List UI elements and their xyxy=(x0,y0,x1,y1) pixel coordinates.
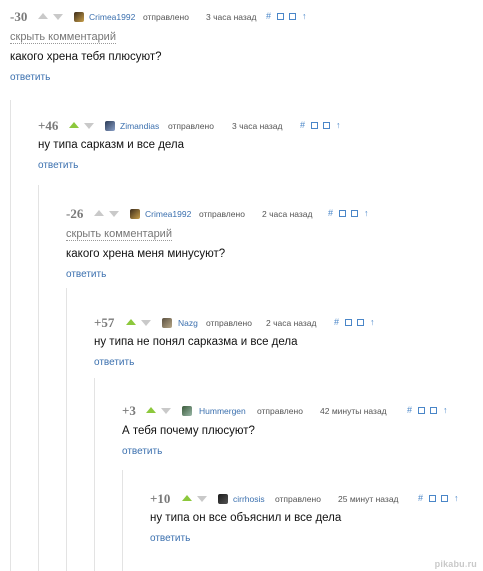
downvote-arrow-icon[interactable] xyxy=(84,123,94,129)
hide-comment-link[interactable]: скрыть комментарий xyxy=(10,31,116,44)
timestamp: 2 часа назад xyxy=(266,318,317,328)
avatar[interactable] xyxy=(182,406,192,416)
avatar[interactable] xyxy=(162,318,172,328)
downvote-arrow-icon[interactable] xyxy=(141,320,151,326)
vote-score: +57 xyxy=(94,315,115,330)
parent-arrow-icon[interactable]: ↑ xyxy=(454,493,459,503)
upvote-arrow-icon[interactable] xyxy=(38,13,48,19)
username-link[interactable]: Hummergen xyxy=(199,406,246,416)
upvote-arrow-icon[interactable] xyxy=(182,495,192,501)
save-icon[interactable] xyxy=(441,495,448,502)
reply-link[interactable]: ответить xyxy=(94,357,134,368)
thread-line-1 xyxy=(10,100,11,571)
upvote-arrow-icon[interactable] xyxy=(126,319,136,325)
comment-text: какого хрена тебя плюсуют? xyxy=(10,51,162,63)
collapse-icon[interactable] xyxy=(277,13,284,20)
thread-line-5 xyxy=(122,470,123,571)
posted-label: отправлено xyxy=(275,494,321,504)
timestamp: 25 минут назад xyxy=(338,494,399,504)
vote-score: +46 xyxy=(38,118,59,133)
posted-label: отправлено xyxy=(199,209,245,219)
vote-score: +3 xyxy=(122,403,136,418)
permalink-hash-icon[interactable]: # xyxy=(328,208,333,218)
comment-text: ну типа сарказм и все дела xyxy=(38,139,185,151)
upvote-arrow-icon[interactable] xyxy=(94,210,104,216)
comment-text: А тебя почему плюсуют? xyxy=(122,425,255,437)
collapse-icon[interactable] xyxy=(345,319,352,326)
vote-score: +10 xyxy=(150,491,171,506)
downvote-arrow-icon[interactable] xyxy=(53,14,63,20)
permalink-hash-icon[interactable]: # xyxy=(334,317,339,327)
thread-line-2 xyxy=(38,185,39,571)
reply-link[interactable]: ответить xyxy=(66,269,106,280)
timestamp: 3 часа назад xyxy=(232,121,283,131)
parent-arrow-icon[interactable]: ↑ xyxy=(302,11,307,21)
avatar[interactable] xyxy=(105,121,115,131)
avatar[interactable] xyxy=(130,209,140,219)
username-link[interactable]: Zimandias xyxy=(120,121,159,131)
parent-arrow-icon[interactable]: ↑ xyxy=(370,317,375,327)
save-icon[interactable] xyxy=(289,13,296,20)
upvote-arrow-icon[interactable] xyxy=(69,122,79,128)
reply-link[interactable]: ответить xyxy=(122,446,162,457)
reply-link[interactable]: ответить xyxy=(38,160,78,171)
save-icon[interactable] xyxy=(323,122,330,129)
posted-label: отправлено xyxy=(257,406,303,416)
permalink-hash-icon[interactable]: # xyxy=(266,11,271,21)
save-icon[interactable] xyxy=(430,407,437,414)
pikabu-watermark: pikabu.ru xyxy=(435,559,477,569)
timestamp: 42 минуты назад xyxy=(320,406,387,416)
permalink-hash-icon[interactable]: # xyxy=(418,493,423,503)
posted-label: отправлено xyxy=(168,121,214,131)
parent-arrow-icon[interactable]: ↑ xyxy=(336,120,341,130)
posted-label: отправлено xyxy=(206,318,252,328)
downvote-arrow-icon[interactable] xyxy=(197,496,207,502)
watermark-tld: ru xyxy=(467,559,477,569)
watermark-brand: pikabu xyxy=(434,559,465,569)
collapse-icon[interactable] xyxy=(429,495,436,502)
downvote-arrow-icon[interactable] xyxy=(109,211,119,217)
permalink-hash-icon[interactable]: # xyxy=(407,405,412,415)
thread-line-3 xyxy=(66,288,67,571)
username-link[interactable]: Crimea1992 xyxy=(89,12,135,22)
upvote-arrow-icon[interactable] xyxy=(146,407,156,413)
save-icon[interactable] xyxy=(351,210,358,217)
posted-label: отправлено xyxy=(143,12,189,22)
collapse-icon[interactable] xyxy=(339,210,346,217)
comment-text: какого хрена меня минусуют? xyxy=(66,248,226,260)
parent-arrow-icon[interactable]: ↑ xyxy=(364,208,369,218)
vote-score: -30 xyxy=(10,9,28,24)
collapse-icon[interactable] xyxy=(418,407,425,414)
collapse-icon[interactable] xyxy=(311,122,318,129)
username-link[interactable]: Crimea1992 xyxy=(145,209,191,219)
reply-link[interactable]: ответить xyxy=(150,533,190,544)
vote-score: -26 xyxy=(66,206,84,221)
username-link[interactable]: Nazg xyxy=(178,318,198,328)
avatar[interactable] xyxy=(74,12,84,22)
downvote-arrow-icon[interactable] xyxy=(161,408,171,414)
parent-arrow-icon[interactable]: ↑ xyxy=(443,405,448,415)
comment-text: ну типа он все объяснил и все дела xyxy=(150,512,342,524)
avatar[interactable] xyxy=(218,494,228,504)
hide-comment-link[interactable]: скрыть комментарий xyxy=(66,228,172,241)
timestamp: 3 часа назад xyxy=(206,12,257,22)
reply-link[interactable]: ответить xyxy=(10,72,50,83)
username-link[interactable]: cirrhosis xyxy=(233,494,265,504)
permalink-hash-icon[interactable]: # xyxy=(300,120,305,130)
comment-text: ну типа не понял сарказма и все дела xyxy=(94,336,298,348)
timestamp: 2 часа назад xyxy=(262,209,313,219)
thread-line-4 xyxy=(94,378,95,571)
save-icon[interactable] xyxy=(357,319,364,326)
